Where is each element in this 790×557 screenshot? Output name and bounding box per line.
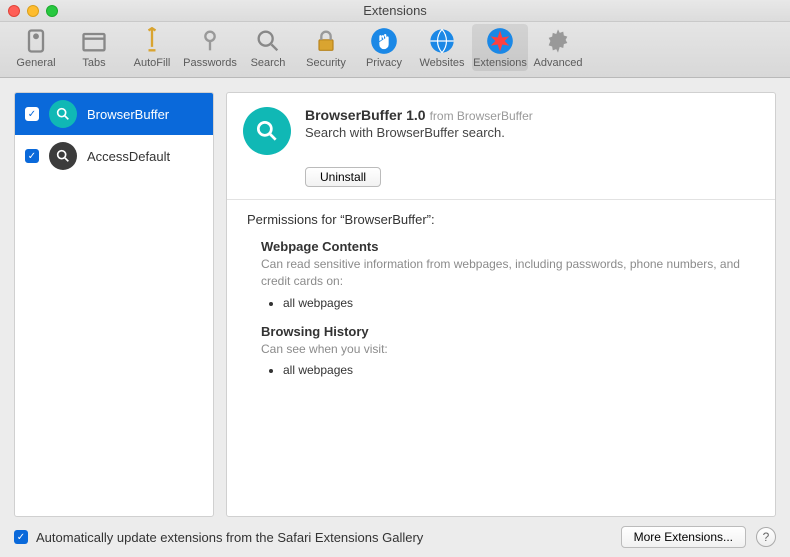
- extension-detail-icon: [243, 107, 291, 155]
- switch-icon: [22, 27, 50, 55]
- globe-icon: [428, 27, 456, 55]
- extension-detail: BrowserBuffer 1.0 from BrowserBuffer Sear…: [226, 92, 776, 517]
- extension-item-accessdefault[interactable]: ✓ AccessDefault: [15, 135, 213, 177]
- pencil-icon: [138, 27, 166, 55]
- preferences-toolbar: General Tabs AutoFill Passwords Search S…: [0, 22, 790, 78]
- permission-heading: Webpage Contents: [261, 239, 755, 254]
- toolbar-label: Extensions: [473, 57, 527, 69]
- toolbar-label: AutoFill: [134, 57, 171, 69]
- detail-header: BrowserBuffer 1.0 from BrowserBuffer Sear…: [227, 93, 775, 163]
- tab-general[interactable]: General: [8, 24, 64, 71]
- uninstall-button[interactable]: Uninstall: [305, 167, 381, 187]
- permissions-panel: Permissions for “BrowserBuffer”: Webpage…: [227, 200, 775, 409]
- extension-name: AccessDefault: [87, 149, 170, 164]
- tab-search[interactable]: Search: [240, 24, 296, 71]
- key-icon: [196, 27, 224, 55]
- gear-icon: [544, 27, 572, 55]
- auto-update-label: Automatically update extensions from the…: [36, 530, 621, 545]
- extension-title: BrowserBuffer 1.0: [305, 107, 426, 123]
- extension-icon: [49, 142, 77, 170]
- extension-checkbox[interactable]: ✓: [25, 149, 39, 163]
- tab-websites[interactable]: Websites: [414, 24, 470, 71]
- extension-icon: [49, 100, 77, 128]
- tab-extensions[interactable]: Extensions: [472, 24, 528, 71]
- more-extensions-button[interactable]: More Extensions...: [621, 526, 746, 548]
- tab-privacy[interactable]: Privacy: [356, 24, 412, 71]
- permission-item: all webpages: [283, 363, 755, 377]
- toolbar-label: General: [16, 57, 55, 69]
- toolbar-label: Security: [306, 57, 346, 69]
- toolbar-label: Tabs: [82, 57, 105, 69]
- permissions-title: Permissions for “BrowserBuffer”:: [247, 212, 755, 227]
- titlebar: Extensions: [0, 0, 790, 22]
- toolbar-label: Advanced: [534, 57, 583, 69]
- tab-passwords[interactable]: Passwords: [182, 24, 238, 71]
- search-icon: [254, 27, 282, 55]
- extension-description: Search with BrowserBuffer search.: [305, 125, 533, 140]
- extension-item-browserbuffer[interactable]: ✓ BrowserBuffer: [15, 93, 213, 135]
- permission-description: Can see when you visit:: [261, 341, 755, 358]
- tab-autofill[interactable]: AutoFill: [124, 24, 180, 71]
- permission-description: Can read sensitive information from webp…: [261, 256, 755, 290]
- auto-update-checkbox[interactable]: ✓: [14, 530, 28, 544]
- help-button[interactable]: ?: [756, 527, 776, 547]
- toolbar-label: Passwords: [183, 57, 237, 69]
- extension-name: BrowserBuffer: [87, 107, 169, 122]
- footer: ✓ Automatically update extensions from t…: [0, 517, 790, 557]
- toolbar-label: Websites: [419, 57, 464, 69]
- window-title: Extensions: [0, 3, 790, 18]
- toolbar-label: Search: [251, 57, 286, 69]
- content-area: ✓ BrowserBuffer ✓ AccessDefault BrowserB…: [0, 78, 790, 517]
- tab-security[interactable]: Security: [298, 24, 354, 71]
- extensions-icon: [486, 27, 514, 55]
- tabs-icon: [80, 27, 108, 55]
- permission-item: all webpages: [283, 296, 755, 310]
- extension-from: from BrowserBuffer: [430, 109, 533, 123]
- extension-checkbox[interactable]: ✓: [25, 107, 39, 121]
- toolbar-label: Privacy: [366, 57, 402, 69]
- permission-heading: Browsing History: [261, 324, 755, 339]
- lock-icon: [312, 27, 340, 55]
- tab-tabs[interactable]: Tabs: [66, 24, 122, 71]
- hand-icon: [370, 27, 398, 55]
- extensions-sidebar: ✓ BrowserBuffer ✓ AccessDefault: [14, 92, 214, 517]
- tab-advanced[interactable]: Advanced: [530, 24, 586, 71]
